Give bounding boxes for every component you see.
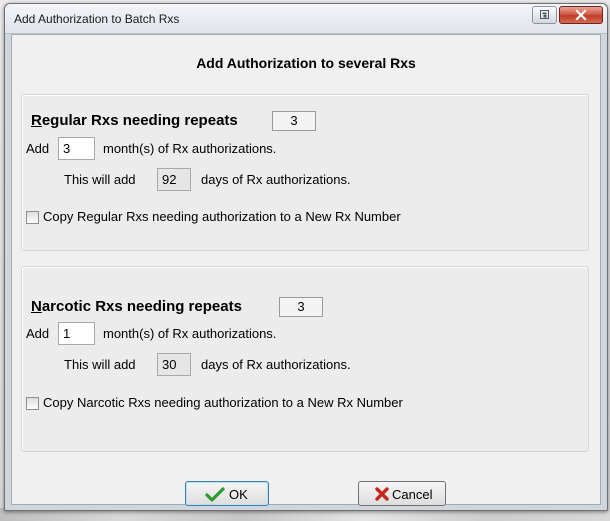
title-bar[interactable]: Add Authorization to Batch Rxs <box>5 4 607 34</box>
dialog-window: Add Authorization to Batch Rxs Add Autho… <box>4 3 608 511</box>
dialog-header: Add Authorization to several Rxs <box>196 55 416 71</box>
regular-rx-section: Regular Rxs needing repeats 3 Add 3 mont… <box>21 94 589 251</box>
close-icon <box>575 9 587 21</box>
cancel-button[interactable]: Cancel <box>358 481 446 506</box>
narcotic-rx-section: Narcotic Rxs needing repeats 3 Add 1 mon… <box>21 266 589 452</box>
narcotic-days-label: days of Rx authorizations. <box>201 357 351 372</box>
x-mark-icon <box>375 487 389 501</box>
ok-button-label: OK <box>229 487 248 502</box>
narcotic-count-box: 3 <box>279 297 323 317</box>
narcotic-days-field: 30 <box>157 353 191 376</box>
narcotic-months-input[interactable]: 1 <box>58 322 95 345</box>
narcotic-months-label: month(s) of Rx authorizations. <box>103 326 277 341</box>
narcotic-title-text: arcotic Rxs needing repeats <box>41 298 242 315</box>
narcotic-section-title: Narcotic Rxs needing repeats <box>31 298 242 315</box>
cancel-button-label: Cancel <box>392 487 433 502</box>
regular-days-field: 92 <box>157 168 191 191</box>
regular-title-mnemonic: R <box>31 112 42 129</box>
regular-months-input[interactable]: 3 <box>58 137 95 160</box>
checkmark-icon <box>205 487 225 502</box>
narcotic-copy-checkbox[interactable] <box>26 397 39 410</box>
regular-will-add-label: This will add <box>64 172 136 187</box>
window-title: Add Authorization to Batch Rxs <box>14 12 180 26</box>
close-button[interactable] <box>559 6 603 24</box>
regular-add-label: Add <box>26 141 50 156</box>
regular-copy-checkbox[interactable] <box>26 211 39 224</box>
narcotic-title-mnemonic: N <box>31 298 42 315</box>
ok-button[interactable]: OK <box>185 481 269 506</box>
regular-count-box: 3 <box>272 111 316 131</box>
narcotic-will-add-label: This will add <box>64 357 136 372</box>
regular-months-label: month(s) of Rx authorizations. <box>103 141 277 156</box>
regular-copy-label[interactable]: Copy Regular Rxs needing authorization t… <box>43 209 401 224</box>
restore-button[interactable] <box>532 6 557 24</box>
restore-icon <box>540 10 549 19</box>
regular-title-text: egular Rxs needing repeats <box>41 112 238 129</box>
narcotic-add-label: Add <box>26 326 50 341</box>
regular-days-label: days of Rx authorizations. <box>201 172 351 187</box>
dialog-client: Add Authorization to several Rxs Regular… <box>11 34 601 506</box>
regular-section-title: Regular Rxs needing repeats <box>31 112 238 129</box>
narcotic-copy-label[interactable]: Copy Narcotic Rxs needing authorization … <box>43 395 403 410</box>
